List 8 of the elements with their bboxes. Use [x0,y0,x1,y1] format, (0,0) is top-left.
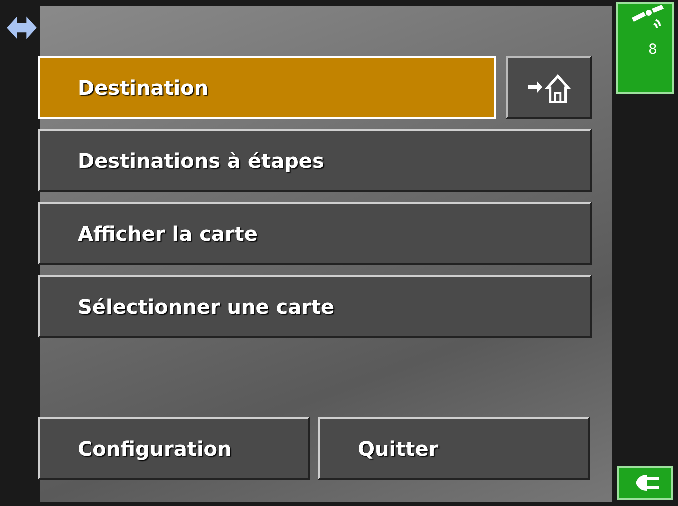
menu-button[interactable]: Configuration [38,417,310,480]
menu-button[interactable]: Afficher la carte [38,202,592,265]
menu-button[interactable]: Destinations à étapes [38,129,592,192]
home-button[interactable] [506,56,592,119]
menu-button[interactable]: Sélectionner une carte [38,275,592,338]
satellite-count: 8 [648,42,658,58]
menu-button[interactable]: Quitter [318,417,590,480]
compass-arrows-icon[interactable] [5,14,39,42]
